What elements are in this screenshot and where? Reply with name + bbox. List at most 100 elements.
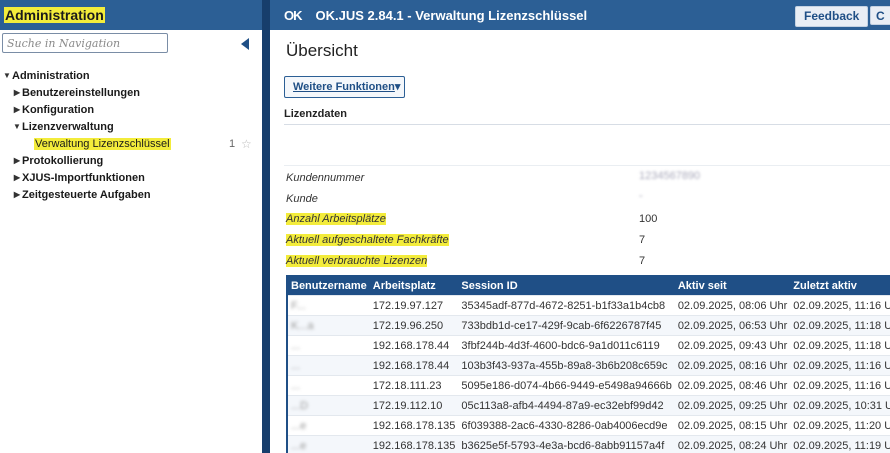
cell-arbeitsplatz: 192.168.178.135: [369, 435, 459, 453]
field-value-kundennummer: 1234567890: [639, 170, 701, 182]
cell-zuletzt-aktiv: 02.09.2025, 11:19 Uhr: [790, 435, 890, 453]
app-title: OK.JUS 2.84.1 - Verwaltung Lizenzschlüss…: [315, 7, 588, 23]
tree-item-konfiguration[interactable]: ▶ Konfiguration: [0, 101, 262, 118]
cell-zuletzt-aktiv: 02.09.2025, 11:16 Uhr: [790, 295, 890, 316]
dropdown-caret-icon: ▾: [394, 81, 401, 93]
tree-item-label: Lizenzverwaltung: [22, 120, 114, 133]
field-label-anzahl-arbeitsplaetze: Anzahl Arbeitsplätze: [286, 213, 386, 225]
app-header: OK OK.JUS 2.84.1 - Verwaltung Lizenzschl…: [270, 0, 890, 30]
tree-collapsed-icon[interactable]: ▶: [12, 156, 22, 165]
field-label-kundennummer: Kundennummer: [286, 172, 365, 184]
cell-session-id: 3fbf244b-4d3f-4600-bdc6-9a1d011c6119: [458, 335, 675, 356]
field-label-text: Aktuell aufgeschaltete Fachkräfte: [286, 234, 449, 246]
nav-search-input[interactable]: [2, 33, 168, 53]
weitere-funktionen-button[interactable]: Weitere Funktionen▾: [284, 76, 406, 98]
redacted-username: ...: [291, 379, 301, 392]
field-label-text: Anzahl Arbeitsplätze: [286, 213, 386, 225]
table-row[interactable]: ... 192.168.178.44 3fbf244b-4d3f-4600-bd…: [287, 335, 890, 356]
tree-collapsed-icon[interactable]: ▶: [12, 105, 22, 114]
cell-arbeitsplatz: 192.168.178.44: [369, 335, 459, 356]
panel-splitter[interactable]: [262, 0, 270, 453]
cell-arbeitsplatz: 172.19.96.250: [369, 315, 459, 336]
tree-collapsed-icon[interactable]: ▶: [12, 190, 22, 199]
tree-item-label: Protokollierung: [22, 154, 104, 167]
column-header-session-id[interactable]: Session ID: [458, 276, 675, 296]
navigation-panel: Administration ▼ Administration ▶ Benutz…: [0, 0, 262, 453]
cell-aktiv-seit: 02.09.2025, 08:15 Uhr: [674, 415, 791, 436]
tree-item-label: Administration: [12, 69, 90, 82]
cell-arbeitsplatz: 172.19.97.127: [369, 295, 459, 316]
tree-item-label: Benutzereinstellungen: [22, 86, 140, 99]
cell-aktiv-seit: 02.09.2025, 06:53 Uhr: [674, 315, 791, 336]
table-row[interactable]: F... 172.19.97.127 35345adf-877d-4672-82…: [287, 295, 890, 316]
field-value-aufgeschaltete-fachkraefte: 7: [639, 234, 646, 246]
table-row[interactable]: K...a 172.19.96.250 733bdb1d-ce17-429f-9…: [287, 315, 890, 336]
cell-zuletzt-aktiv: 02.09.2025, 10:31 Uhr: [790, 395, 890, 416]
collapse-nav-icon[interactable]: [241, 38, 249, 50]
tree-expanded-icon[interactable]: ▼: [12, 122, 22, 131]
tree-item-lizenzverwaltung[interactable]: ▼ Lizenzverwaltung: [0, 118, 262, 135]
cell-zuletzt-aktiv: 02.09.2025, 11:20 Uhr: [790, 415, 890, 436]
cell-aktiv-seit: 02.09.2025, 08:46 Uhr: [674, 375, 791, 396]
tree-item-protokollierung[interactable]: ▶ Protokollierung: [0, 152, 262, 169]
column-header-benutzername[interactable]: Benutzername: [287, 276, 370, 296]
redacted-username: ...D: [291, 399, 309, 412]
cell-benutzername: ...e: [287, 435, 370, 453]
table-row[interactable]: ...e 192.168.178.135 6f039388-2ac6-4330-…: [287, 415, 890, 436]
table-row[interactable]: ... 192.168.178.44 103b3f43-937a-455b-89…: [287, 355, 890, 376]
cell-zuletzt-aktiv: 02.09.2025, 11:18 Uhr: [790, 315, 890, 336]
cell-benutzername: ...: [287, 355, 370, 376]
tree-item-benutzereinstellungen[interactable]: ▶ Benutzereinstellungen: [0, 84, 262, 101]
cell-session-id: 103b3f43-937a-455b-89a8-3b6b208c659c: [458, 355, 675, 376]
table-row[interactable]: ...e 192.168.178.135 b3625e5f-5793-4e3a-…: [287, 435, 890, 453]
cell-zuletzt-aktiv: 02.09.2025, 11:18 Uhr: [790, 335, 890, 356]
tree-item-label: Konfiguration: [22, 103, 95, 116]
tree-item-administration[interactable]: ▼ Administration: [0, 67, 262, 84]
tree-item-xjus-importfunktionen[interactable]: ▶ XJUS-Importfunktionen: [0, 169, 262, 186]
favorite-star-icon[interactable]: ☆: [241, 137, 252, 151]
column-header-arbeitsplatz[interactable]: Arbeitsplatz: [369, 276, 459, 296]
cell-arbeitsplatz: 172.19.112.10: [369, 395, 459, 416]
tree-collapsed-icon[interactable]: ▶: [12, 173, 22, 182]
redacted-username: F...: [291, 299, 306, 312]
redacted-username: ...e: [291, 439, 307, 452]
field-value-anzahl-arbeitsplaetze: 100: [639, 213, 658, 225]
main-content: OK OK.JUS 2.84.1 - Verwaltung Lizenzschl…: [270, 0, 890, 453]
nav-header: Administration: [0, 0, 262, 30]
section-divider: [284, 124, 890, 125]
table-header-row: Benutzername Arbeitsplatz Session ID Akt…: [287, 276, 890, 296]
tree-item-label: XJUS-Importfunktionen: [22, 171, 145, 184]
tree-collapsed-icon[interactable]: ▶: [12, 88, 22, 97]
tree-item-label-selected: Verwaltung Lizenzschlüssel: [34, 137, 171, 150]
favorite-count: 1: [229, 137, 236, 150]
sessions-table: Benutzername Arbeitsplatz Session ID Akt…: [286, 275, 890, 453]
cell-session-id: 6f039388-2ac6-4330-8286-0ab4006ecd9e: [458, 415, 675, 436]
cell-benutzername: ...D: [287, 395, 370, 416]
cell-session-id: 35345adf-877d-4672-8251-b1f33a1b4cb8: [458, 295, 675, 316]
redacted-username: K...a: [291, 319, 314, 332]
field-value-kunde: -: [639, 190, 643, 202]
cell-benutzername: ...e: [287, 415, 370, 436]
cell-benutzername: ...: [287, 375, 370, 396]
cell-benutzername: K...a: [287, 315, 370, 336]
cell-arbeitsplatz: 172.18.111.23: [369, 375, 459, 396]
nav-search-row: [2, 33, 258, 57]
tree-item-verwaltung-lizenzschluessel[interactable]: Verwaltung Lizenzschlüssel 1 ☆: [0, 135, 262, 152]
cell-aktiv-seit: 02.09.2025, 08:24 Uhr: [674, 435, 791, 453]
cell-session-id: 733bdb1d-ce17-429f-9cab-6f6226787f45: [458, 315, 675, 336]
column-header-aktiv-seit[interactable]: Aktiv seit: [674, 276, 791, 296]
field-label-text: Aktuell verbrauchte Lizenzen: [286, 255, 428, 267]
field-label-kunde: Kunde: [286, 193, 318, 205]
header-extra-button[interactable]: C: [870, 6, 890, 25]
tree-expanded-icon[interactable]: ▼: [2, 71, 12, 80]
weitere-funktionen-label: Weitere Funktionen: [293, 81, 395, 93]
page-title: Übersicht: [286, 41, 358, 60]
cell-aktiv-seit: 02.09.2025, 08:06 Uhr: [674, 295, 791, 316]
feedback-button[interactable]: Feedback: [795, 6, 869, 27]
table-row[interactable]: ...D 172.19.112.10 05c113a8-afb4-4494-87…: [287, 395, 890, 416]
column-header-zuletzt-aktiv[interactable]: Zuletzt aktiv: [790, 276, 890, 296]
tree-item-zeitgesteuerte-aufgaben[interactable]: ▶ Zeitgesteuerte Aufgaben: [0, 186, 262, 203]
table-row[interactable]: ... 172.18.111.23 5095e186-d074-4b66-944…: [287, 375, 890, 396]
cell-benutzername: ...: [287, 335, 370, 356]
cell-aktiv-seit: 02.09.2025, 08:16 Uhr: [674, 355, 791, 376]
